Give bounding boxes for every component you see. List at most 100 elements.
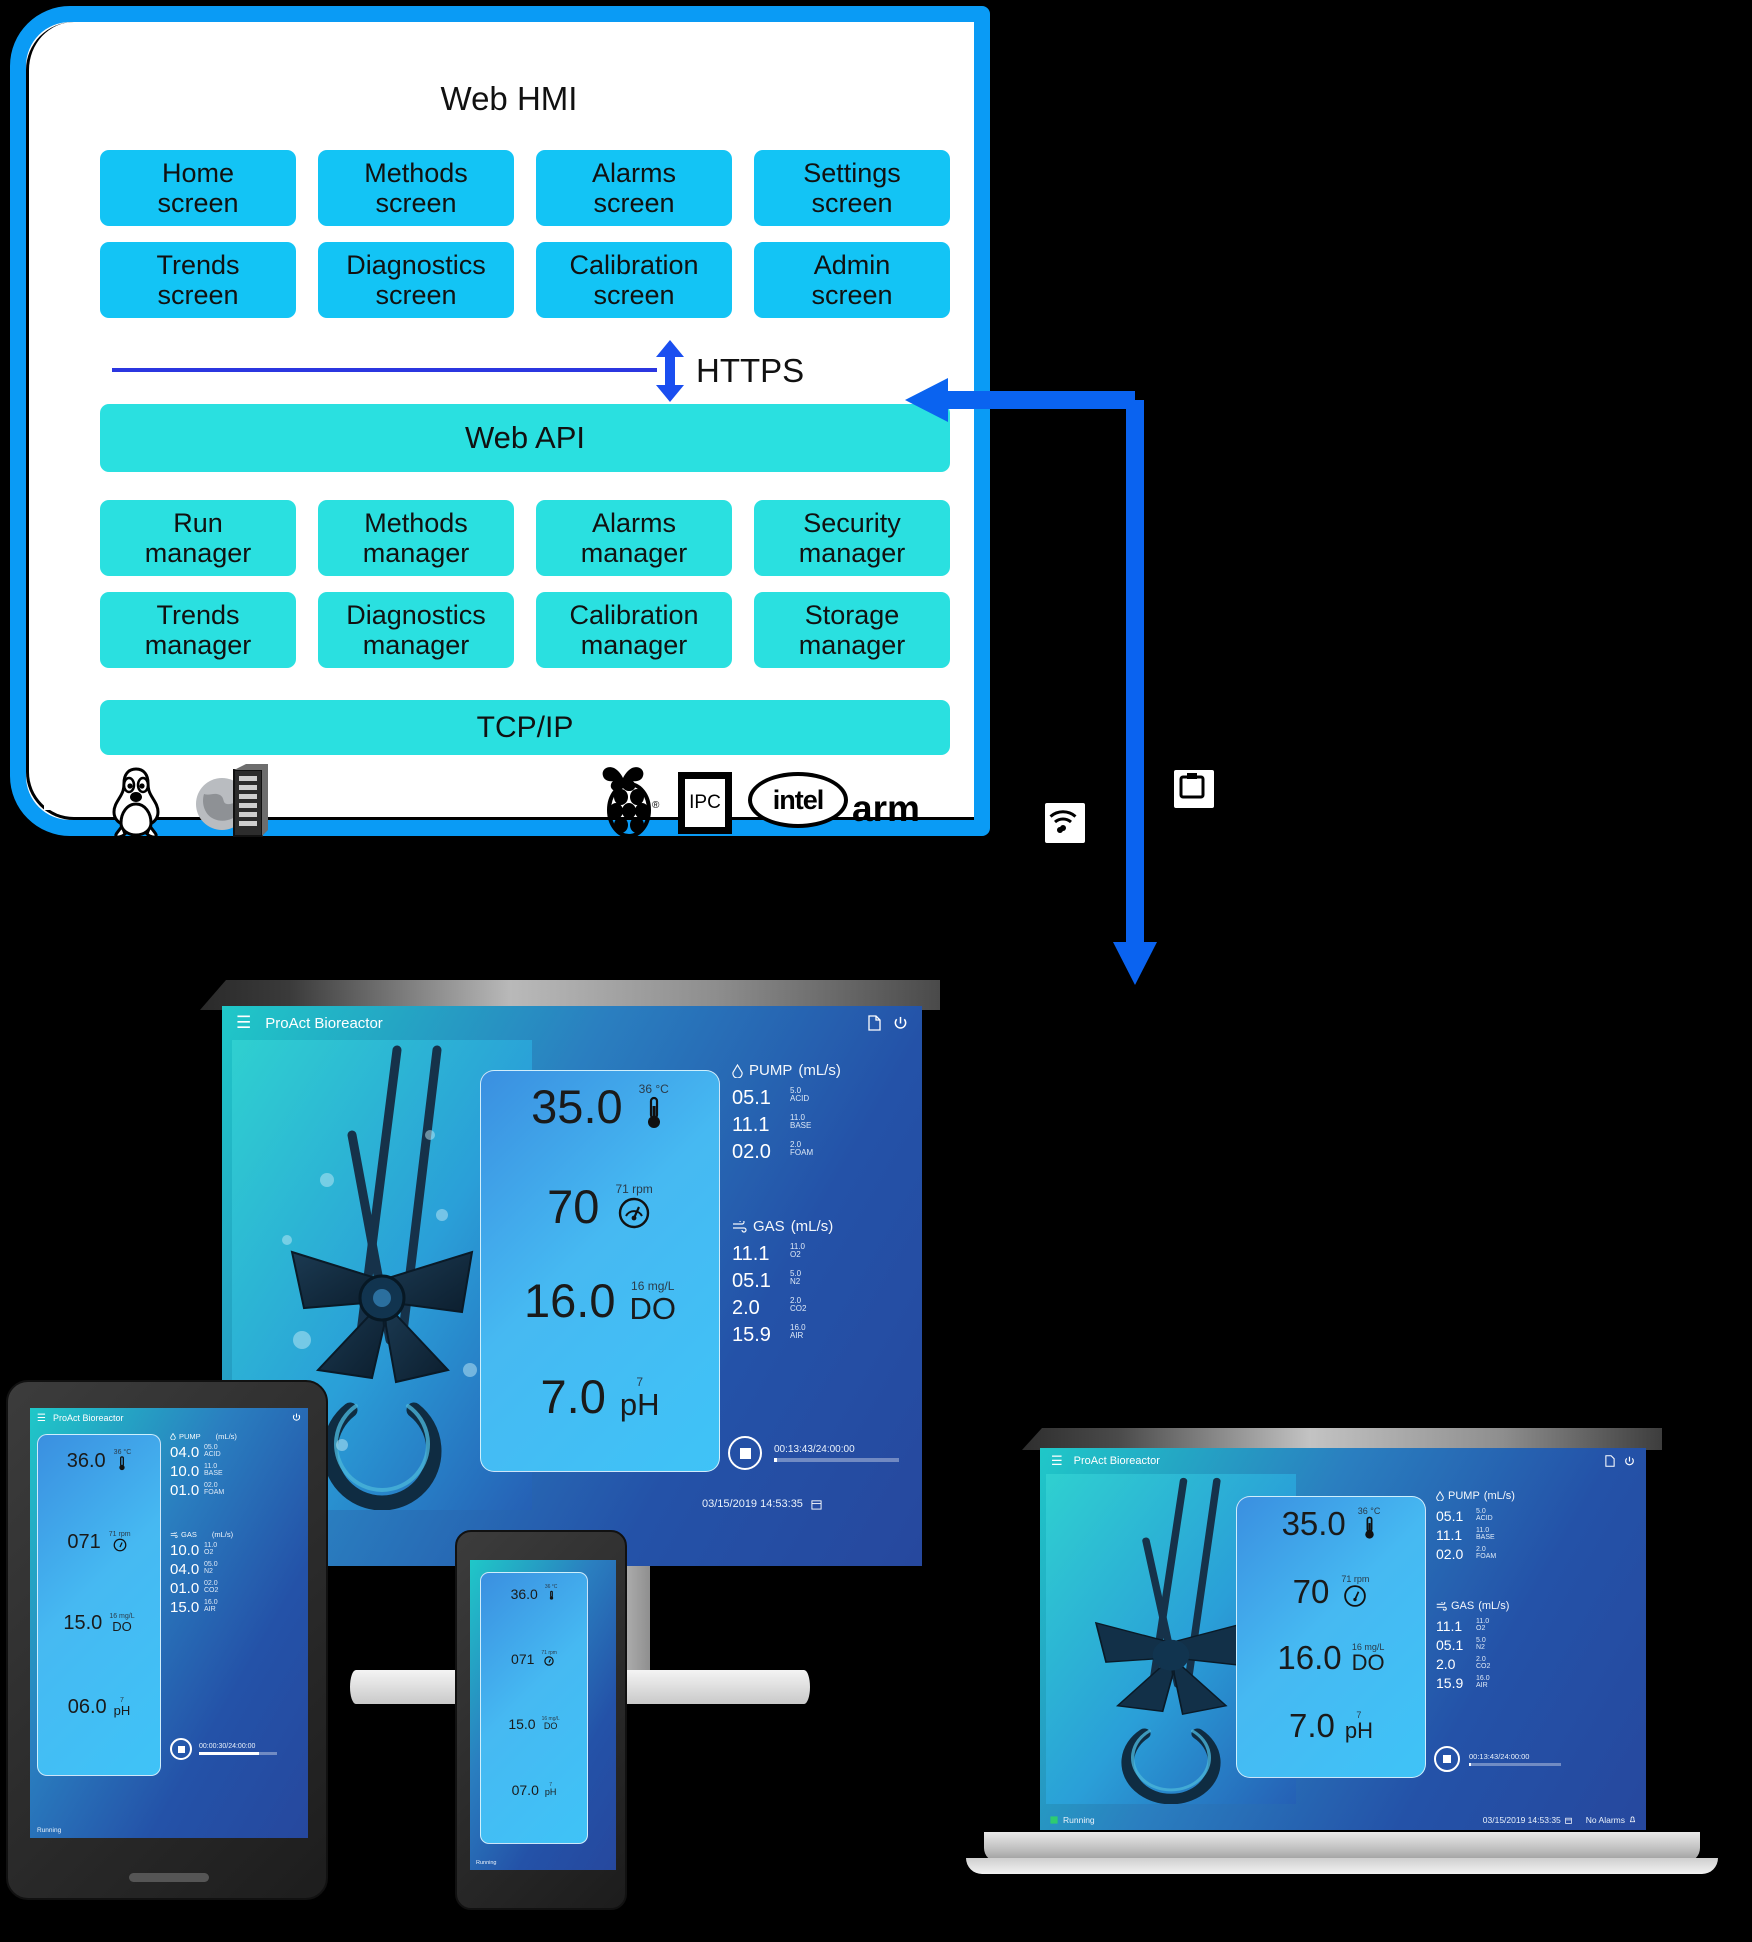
laptop-gas-o2-value: 11.1 [1436,1618,1463,1634]
architecture-diagram-panel: Web HMI Home screen Methods screen Alarm… [10,6,990,838]
architecture-canvas: Web HMI Home screen Methods screen Alarm… [44,40,974,838]
ipc-logo-text: IPC [689,792,721,813]
phone-readout-ph-value: 07.0 [511,1782,539,1799]
laptop-power-icon[interactable] [1624,1456,1635,1467]
phone-readout-ph: 07.0 7 pH [481,1782,587,1799]
tablet-hamburger-menu-icon[interactable]: ☰ [37,1413,46,1424]
laptop-readout-temperature-unit: 36 °C [1357,1506,1381,1516]
laptop-screen: ☰ ProAct Bioreactor 35.0 36 °C 70 71 rpm… [1040,1448,1646,1830]
laptop-gas-air-setpoint: 16.0 [1476,1675,1490,1682]
stop-button-icon[interactable] [728,1436,762,1470]
gas-n2-value: 05.1 [732,1270,771,1292]
laptop-run-time-label: 00:13:43/24:00:00 [1469,1752,1530,1761]
tablet-gas-n2-value: 04.0 [170,1561,200,1578]
screen-tile-diagnostics[interactable]: Diagnostics screen [318,242,514,319]
tablet-readout-ph: 06.0 7 pH [38,1697,160,1717]
readout-temperature-value: 35.0 [531,1080,623,1133]
laptop-gas-co2-setpoint: 2.0 [1476,1656,1486,1663]
tablet-gas-header: GAS (mL/s) [170,1530,233,1539]
run-control-group: 00:13:43/24:00:00 [728,1436,899,1470]
tcpip-block[interactable]: TCP/IP [100,700,950,755]
tablet-pump-acid-label: ACID [204,1451,221,1459]
tablet-gas-title: GAS [181,1530,197,1539]
tablet-home-indicator[interactable] [129,1873,209,1882]
readout-rpm: 70 71 rpm [481,1183,719,1230]
tablet-gas-o2-setpoint: 11.0 [204,1542,218,1549]
phone-readout-do-name: DO [543,1721,558,1732]
screen-tile-trends[interactable]: Trends screen [100,242,296,319]
tablet-power-icon[interactable] [292,1413,301,1422]
gas-row-air: 15.9 16.0 AIR [732,1323,833,1347]
manager-tile-storage[interactable]: Storage manager [754,592,950,669]
manager-tile-run[interactable]: Run manager [100,500,296,577]
screen-tile-calibration[interactable]: Calibration screen [536,242,732,319]
screen-tile-home[interactable]: Home screen [100,150,296,227]
tablet-pump-acid-setpoint: 05.0 [204,1444,218,1451]
phone-device: 36.0 36 °C 071 71 rpm 15.0 16 mg/L DO 07… [455,1530,627,1910]
laptop-readout-rpm-unit: 71 rpm [1341,1574,1370,1584]
manager-tile-security[interactable]: Security manager [754,500,950,577]
ethernet-port-icon [1179,773,1205,799]
tablet-readout-temperature-unit: 36 °C [113,1449,132,1456]
calendar-icon[interactable] [811,1499,822,1510]
screen-tile-alarms[interactable]: Alarms screen [536,150,732,227]
laptop-run-progress: 00:13:43/24:00:00 [1469,1752,1561,1766]
pump-foam-label: FOAM [790,1148,814,1158]
laptop-gas-title: GAS [1451,1600,1475,1612]
tablet-readout-rpm-unit: 71 rpm [108,1531,131,1538]
laptop-calendar-icon[interactable] [1565,1817,1572,1824]
manager-tile-alarms-line2: manager [580,538,688,569]
arrow-head-to-monitor [1113,942,1157,985]
wifi-icon [1049,810,1077,834]
tablet-readout-panel: 36.0 36 °C 071 71 rpm 15.0 16 mg/L DO 06… [37,1434,161,1776]
manager-tile-diagnostics[interactable]: Diagnostics manager [318,592,514,669]
web-api-block[interactable]: Web API [100,404,950,472]
laptop-pump-title: PUMP [1448,1490,1480,1502]
power-icon[interactable] [893,1016,908,1031]
progress-track[interactable] [774,1458,899,1462]
laptop-gas-air-label: AIR [1476,1682,1488,1690]
laptop-device: ☰ ProAct Bioreactor 35.0 36 °C 70 71 rpm… [966,1428,1718,1898]
laptop-gas-row-air: 15.9 16.0 AIR [1436,1675,1509,1691]
laptop-stop-button-icon[interactable] [1434,1746,1460,1772]
platform-logo-row: ® IPC intel arm [102,762,946,840]
tablet-run-progress: 00:00:30/24:00:00 [199,1743,277,1755]
laptop-document-icon[interactable] [1605,1455,1615,1467]
phone-gauge-icon [544,1656,554,1666]
laptop-pump-base-setpoint: 11.0 [1476,1527,1490,1534]
screen-tile-settings[interactable]: Settings screen [754,150,950,227]
readout-ph: 7.0 7 pH [481,1373,719,1420]
gauge-icon [618,1197,650,1229]
run-progress: 00:13:43/24:00:00 [774,1444,899,1462]
screen-tile-admin-line2: screen [811,280,893,311]
manager-tile-trends[interactable]: Trends manager [100,592,296,669]
laptop-pump-base-value: 11.1 [1436,1527,1463,1543]
tablet-gas-row-co2: 01.0 02.0 CO2 [170,1580,233,1597]
laptop-progress-track[interactable] [1469,1763,1561,1766]
laptop-bell-icon[interactable] [1629,1816,1636,1824]
screen-tile-admin[interactable]: Admin screen [754,242,950,319]
laptop-gauge-icon [1344,1585,1367,1608]
manager-tile-alarms[interactable]: Alarms manager [536,500,732,577]
laptop-hamburger-menu-icon[interactable]: ☰ [1051,1453,1063,1469]
manager-tile-diagnostics-line2: manager [362,630,470,661]
hmi-app-title: ProAct Bioreactor [265,1014,383,1032]
laptop-gas-co2-label: CO2 [1476,1663,1491,1671]
pump-title: PUMP [749,1062,793,1079]
screen-tile-methods-line1: Methods [364,158,468,188]
tablet-stop-button-icon[interactable] [170,1738,192,1760]
readout-panel: 35.0 36 °C 70 71 rpm 16.0 16 mg/L DO 7.0… [480,1070,720,1472]
gas-air-value: 15.9 [732,1324,771,1346]
document-icon[interactable] [868,1015,881,1031]
hamburger-menu-icon[interactable]: ☰ [236,1013,251,1033]
manager-tile-calibration[interactable]: Calibration manager [536,592,732,669]
tablet-gas-air-label: AIR [204,1606,216,1614]
phone-readout-temperature-value: 36.0 [510,1586,538,1603]
gas-header: GAS (mL/s) [732,1218,833,1235]
tablet-progress-track[interactable] [199,1752,277,1755]
tablet-gas-flow-icon [170,1531,178,1538]
laptop-gas-n2-setpoint: 5.0 [1476,1637,1486,1644]
screen-tile-methods[interactable]: Methods screen [318,150,514,227]
hmi-laptop: ☰ ProAct Bioreactor 35.0 36 °C 70 71 rpm… [1040,1448,1646,1830]
manager-tile-methods[interactable]: Methods manager [318,500,514,577]
